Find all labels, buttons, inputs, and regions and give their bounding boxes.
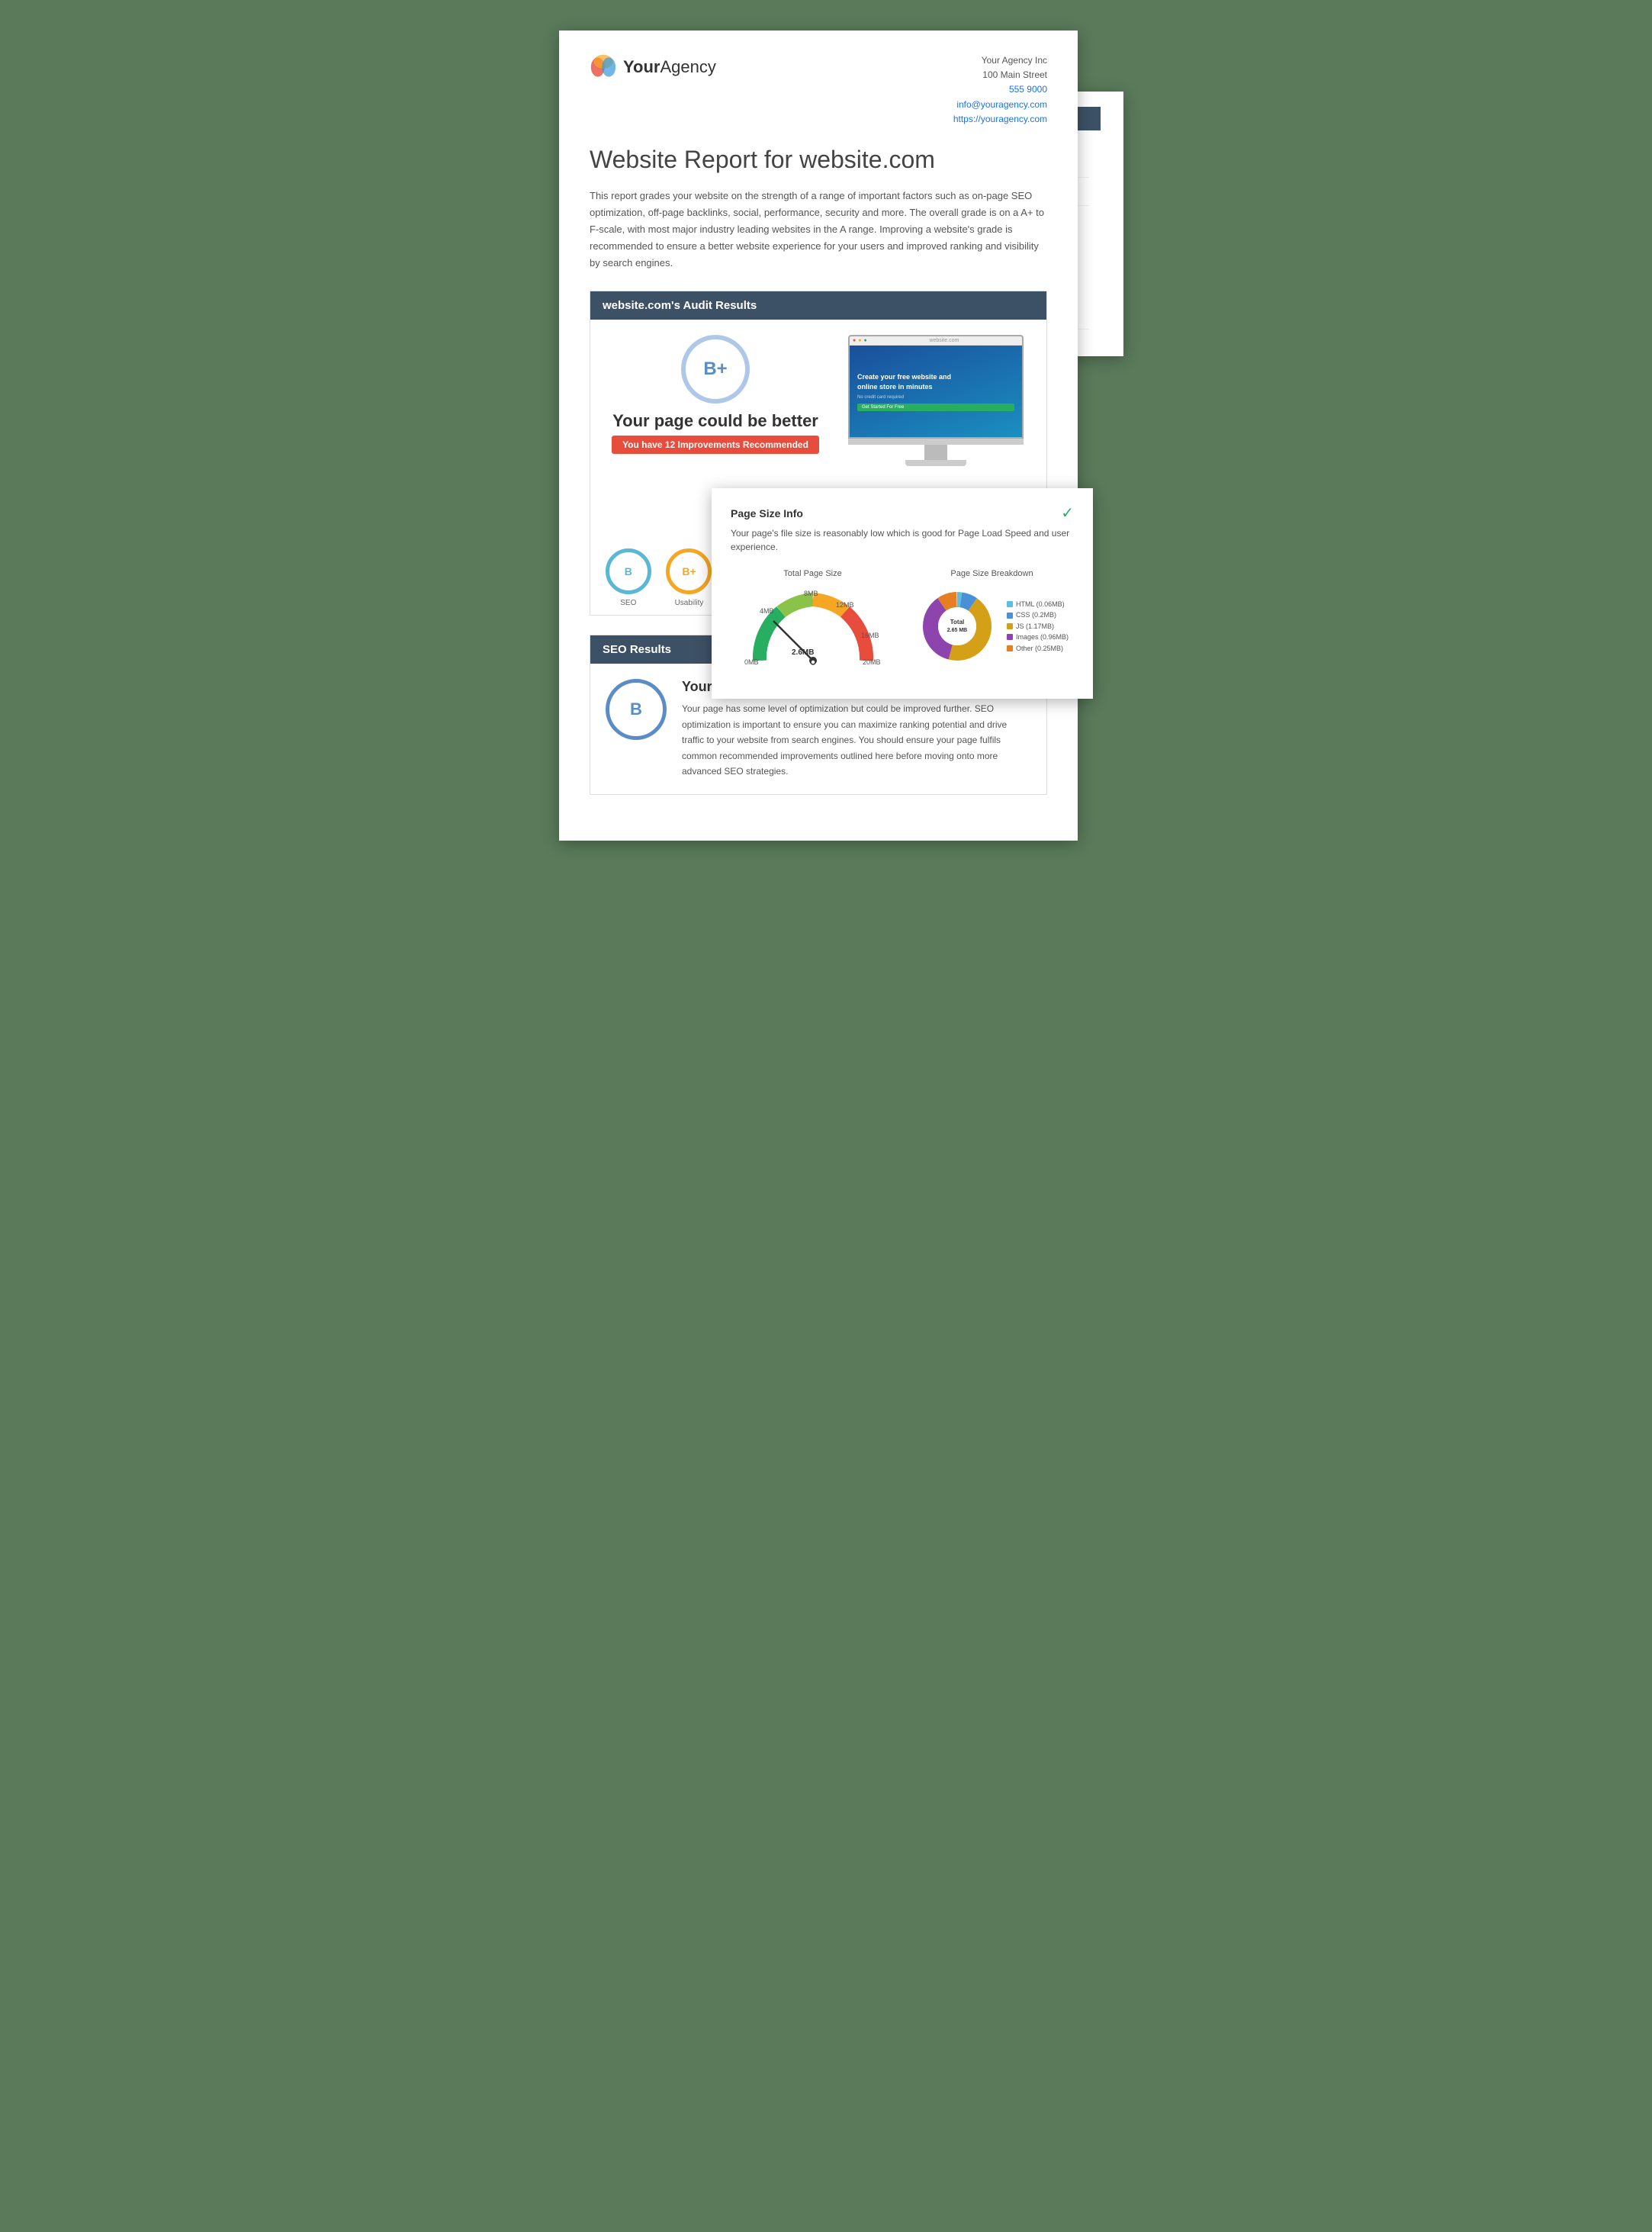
seo-grade-value: B	[630, 700, 642, 719]
gauge-chart-container: Total Page Size 0MB 4MB 8MB 12MB 16MB 20…	[731, 569, 895, 676]
page-stack: Performance ✓ Loading time is reasonable…	[559, 31, 1093, 841]
usability-grade-label: Usability	[675, 599, 704, 607]
gauge-svg: 0MB 4MB 8MB 12MB 16MB 20MB 2.6MB	[737, 584, 889, 676]
agency-email[interactable]: info@youragency.com	[956, 99, 1047, 110]
audit-left: B+ Your page could be better You have 12…	[606, 335, 825, 465]
agency-address: 100 Main Street	[953, 68, 1047, 82]
overall-grade: B+	[703, 359, 727, 380]
agency-info: Your Agency Inc 100 Main Street 555 9000…	[953, 53, 1047, 127]
page-size-header-row: Page Size Info ✓	[731, 503, 1074, 523]
svg-text:12MB: 12MB	[836, 601, 854, 609]
report-header: YourAgency Your Agency Inc 100 Main Stre…	[590, 53, 1047, 127]
page-size-check-icon: ✓	[1061, 503, 1074, 523]
svg-text:20MB: 20MB	[863, 658, 881, 666]
agency-website[interactable]: https://youragency.com	[953, 114, 1047, 124]
gauge-chart-title: Total Page Size	[783, 569, 841, 578]
sub-grade-seo: B SEO	[606, 548, 651, 607]
intro-text: This report grades your website on the s…	[590, 188, 1047, 272]
logo: YourAgency	[590, 53, 716, 81]
audit-content: B+ Your page could be better You have 12…	[590, 320, 1046, 481]
grade-badge: You have 12 Improvements Recommended	[612, 436, 819, 454]
seo-description: Your page has some level of optimization…	[682, 701, 1031, 779]
donut-legend: HTML (0.06MB) CSS (0.2MB) JS (1.17MB) Im…	[1007, 599, 1069, 654]
main-report-card: YourAgency Your Agency Inc 100 Main Stre…	[559, 31, 1078, 841]
overall-grade-circle: B+	[681, 335, 750, 404]
logo-text: YourAgency	[623, 57, 716, 77]
svg-text:8MB: 8MB	[804, 590, 818, 597]
charts-row: Total Page Size 0MB 4MB 8MB 12MB 16MB 20…	[731, 569, 1074, 676]
agency-name: Your Agency Inc	[953, 53, 1047, 68]
logo-icon	[590, 53, 617, 81]
report-title: Website Report for website.com	[590, 146, 1047, 174]
page-size-desc: Your page's file size is reasonably low …	[731, 526, 1074, 554]
svg-text:0MB: 0MB	[744, 658, 759, 666]
svg-text:16MB: 16MB	[861, 632, 879, 639]
seo-grade-label: SEO	[620, 599, 636, 607]
agency-phone: 555 9000	[953, 82, 1047, 97]
svg-text:2.6MB: 2.6MB	[792, 648, 814, 657]
donut-chart-container: Page Size Breakdown	[910, 569, 1074, 668]
grade-label: Your page could be better	[612, 411, 818, 431]
audit-right: ●●● website.com Create your free website…	[848, 335, 1031, 466]
seo-grade-big-circle: B	[606, 679, 667, 740]
monitor-screen: ●●● website.com Create your free website…	[848, 335, 1024, 439]
page-size-section: Page Size Info ✓ Your page's file size i…	[712, 488, 1093, 699]
donut-svg-wrapper: Total 2.65 MB	[915, 584, 999, 668]
donut-chart-title: Page Size Breakdown	[950, 569, 1033, 578]
svg-text:4MB: 4MB	[760, 607, 774, 615]
monitor-mockup: ●●● website.com Create your free website…	[848, 335, 1024, 466]
usability-grade-circle: B+	[666, 548, 712, 594]
seo-grade-circle: B	[606, 548, 651, 594]
donut-svg: Total 2.65 MB	[915, 584, 999, 668]
sub-grade-usability: B+ Usability	[666, 548, 712, 607]
audit-section-header: website.com's Audit Results	[590, 291, 1046, 320]
svg-text:Total: Total	[950, 619, 965, 626]
svg-text:2.65 MB: 2.65 MB	[947, 628, 967, 633]
grade-container: B+ Your page could be better You have 12…	[606, 335, 825, 454]
page-size-title: Page Size Info	[731, 507, 803, 519]
